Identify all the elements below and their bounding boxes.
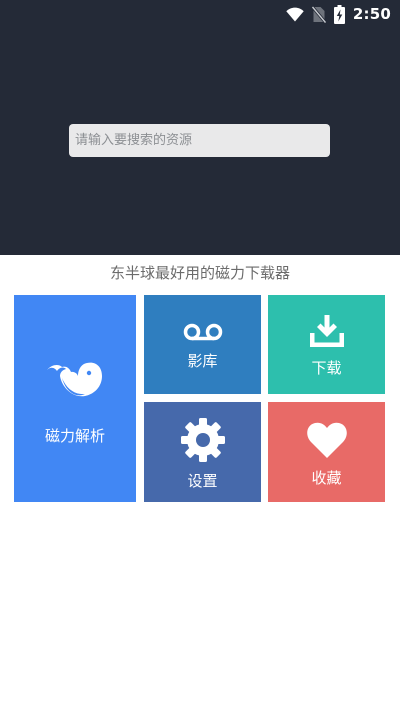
heart-icon <box>306 422 347 458</box>
download-icon <box>309 315 344 347</box>
favorite-tile[interactable]: 收藏 <box>268 402 385 502</box>
settings-tile[interactable]: 设置 <box>144 402 261 502</box>
gear-icon <box>180 417 225 462</box>
no-sim-icon <box>311 5 326 23</box>
whale-icon <box>47 362 102 396</box>
favorite-label: 收藏 <box>311 468 342 487</box>
library-tile[interactable]: 影库 <box>144 295 261 394</box>
status-time: 2:50 <box>352 5 391 23</box>
header-panel: 2:50 <box>0 0 400 255</box>
wifi-icon <box>286 7 304 21</box>
magnet-parse-label: 磁力解析 <box>44 426 105 445</box>
battery-charging-icon <box>333 4 345 24</box>
library-label: 影库 <box>187 352 218 370</box>
download-tile[interactable]: 下载 <box>268 295 385 394</box>
voicemail-icon <box>183 323 222 341</box>
download-label: 下载 <box>311 359 342 377</box>
search-input[interactable] <box>69 124 330 157</box>
slogan-text: 东半球最好用的磁力下载器 <box>109 264 290 282</box>
settings-label: 设置 <box>187 471 218 490</box>
status-bar: 2:50 <box>0 0 400 28</box>
magnet-parse-tile[interactable]: 磁力解析 <box>14 295 136 502</box>
